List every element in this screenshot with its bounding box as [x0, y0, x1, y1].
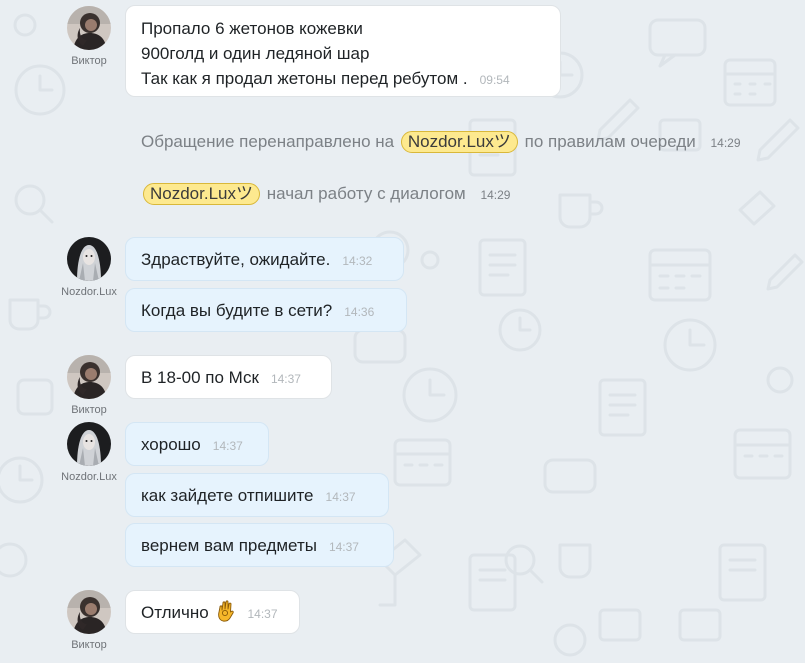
system-message-redirect: Обращение перенаправлено на Nozdor.Luxツ … [141, 130, 741, 155]
message-text: Так как я продал жетоны перед ребутом . [141, 69, 468, 88]
client-avatar-image [67, 355, 111, 399]
operator-avatar[interactable] [67, 422, 111, 466]
message-bubble[interactable]: хорошо 14:37 [125, 422, 269, 466]
system-time: 14:29 [480, 188, 511, 202]
message-text: Отлично [141, 603, 209, 622]
message-bubble[interactable]: Отлично 14:37 [125, 590, 300, 634]
client-name: Виктор [71, 55, 107, 67]
client-avatar[interactable] [67, 355, 111, 399]
message-text: как зайдете отпишите [141, 486, 314, 505]
message-time: 14:37 [212, 439, 243, 453]
message-bubble[interactable]: вернем вам предметы 14:37 [125, 523, 394, 567]
system-time: 14:29 [710, 136, 741, 150]
message-bubble[interactable]: В 18-00 по Мск 14:37 [125, 355, 332, 399]
message-bubble[interactable]: Здраствуйте, ожидайте. 14:32 [125, 237, 404, 281]
client-name: Виктор [71, 404, 107, 416]
message-bubble[interactable]: Когда вы будите в сети? 14:36 [125, 288, 407, 332]
system-message-started: Nozdor.Luxツ начал работу с диалогом 14:2… [141, 182, 510, 207]
ok-hand-emoji-icon [216, 600, 236, 629]
message-time: 14:37 [325, 490, 356, 504]
message-text: В 18-00 по Мск [141, 368, 259, 387]
message-time: 09:54 [479, 73, 510, 87]
message-text: Когда вы будите в сети? [141, 301, 333, 320]
message-text: хорошо [141, 435, 201, 454]
client-avatar[interactable] [67, 6, 111, 50]
operator-avatar-image [67, 422, 111, 466]
client-avatar[interactable] [67, 590, 111, 634]
message-time: 14:32 [342, 254, 373, 268]
message-bubble[interactable]: как зайдете отпишите 14:37 [125, 473, 389, 517]
operator-avatar-image [67, 237, 111, 281]
system-text: по правилам очереди [524, 132, 696, 151]
system-text: начал работу с диалогом [266, 184, 466, 203]
message-text: 900голд и один ледяной шар [141, 44, 370, 63]
system-text: Обращение перенаправлено на [141, 132, 395, 151]
client-avatar-image [67, 6, 111, 50]
operator-name: Nozdor.Lux [61, 286, 117, 298]
operator-name: Nozdor.Lux [61, 471, 117, 483]
message-time: 14:37 [247, 607, 278, 621]
message-time: 14:37 [270, 372, 301, 386]
operator-chip[interactable]: Nozdor.Luxツ [143, 183, 260, 205]
message-time: 14:37 [328, 540, 359, 554]
message-time: 14:36 [344, 305, 375, 319]
message-text: Пропало 6 жетонов кожевки [141, 19, 363, 38]
client-name: Виктор [71, 639, 107, 651]
chat-area: Виктор Пропало 6 жетонов кожевки 900голд… [0, 0, 805, 663]
client-avatar-image [67, 590, 111, 634]
operator-chip[interactable]: Nozdor.Luxツ [400, 131, 518, 153]
message-text: Здраствуйте, ожидайте. [141, 250, 331, 269]
message-text: вернем вам предметы [141, 536, 317, 555]
message-bubble[interactable]: Пропало 6 жетонов кожевки 900голд и один… [125, 5, 561, 97]
operator-avatar[interactable] [67, 237, 111, 281]
